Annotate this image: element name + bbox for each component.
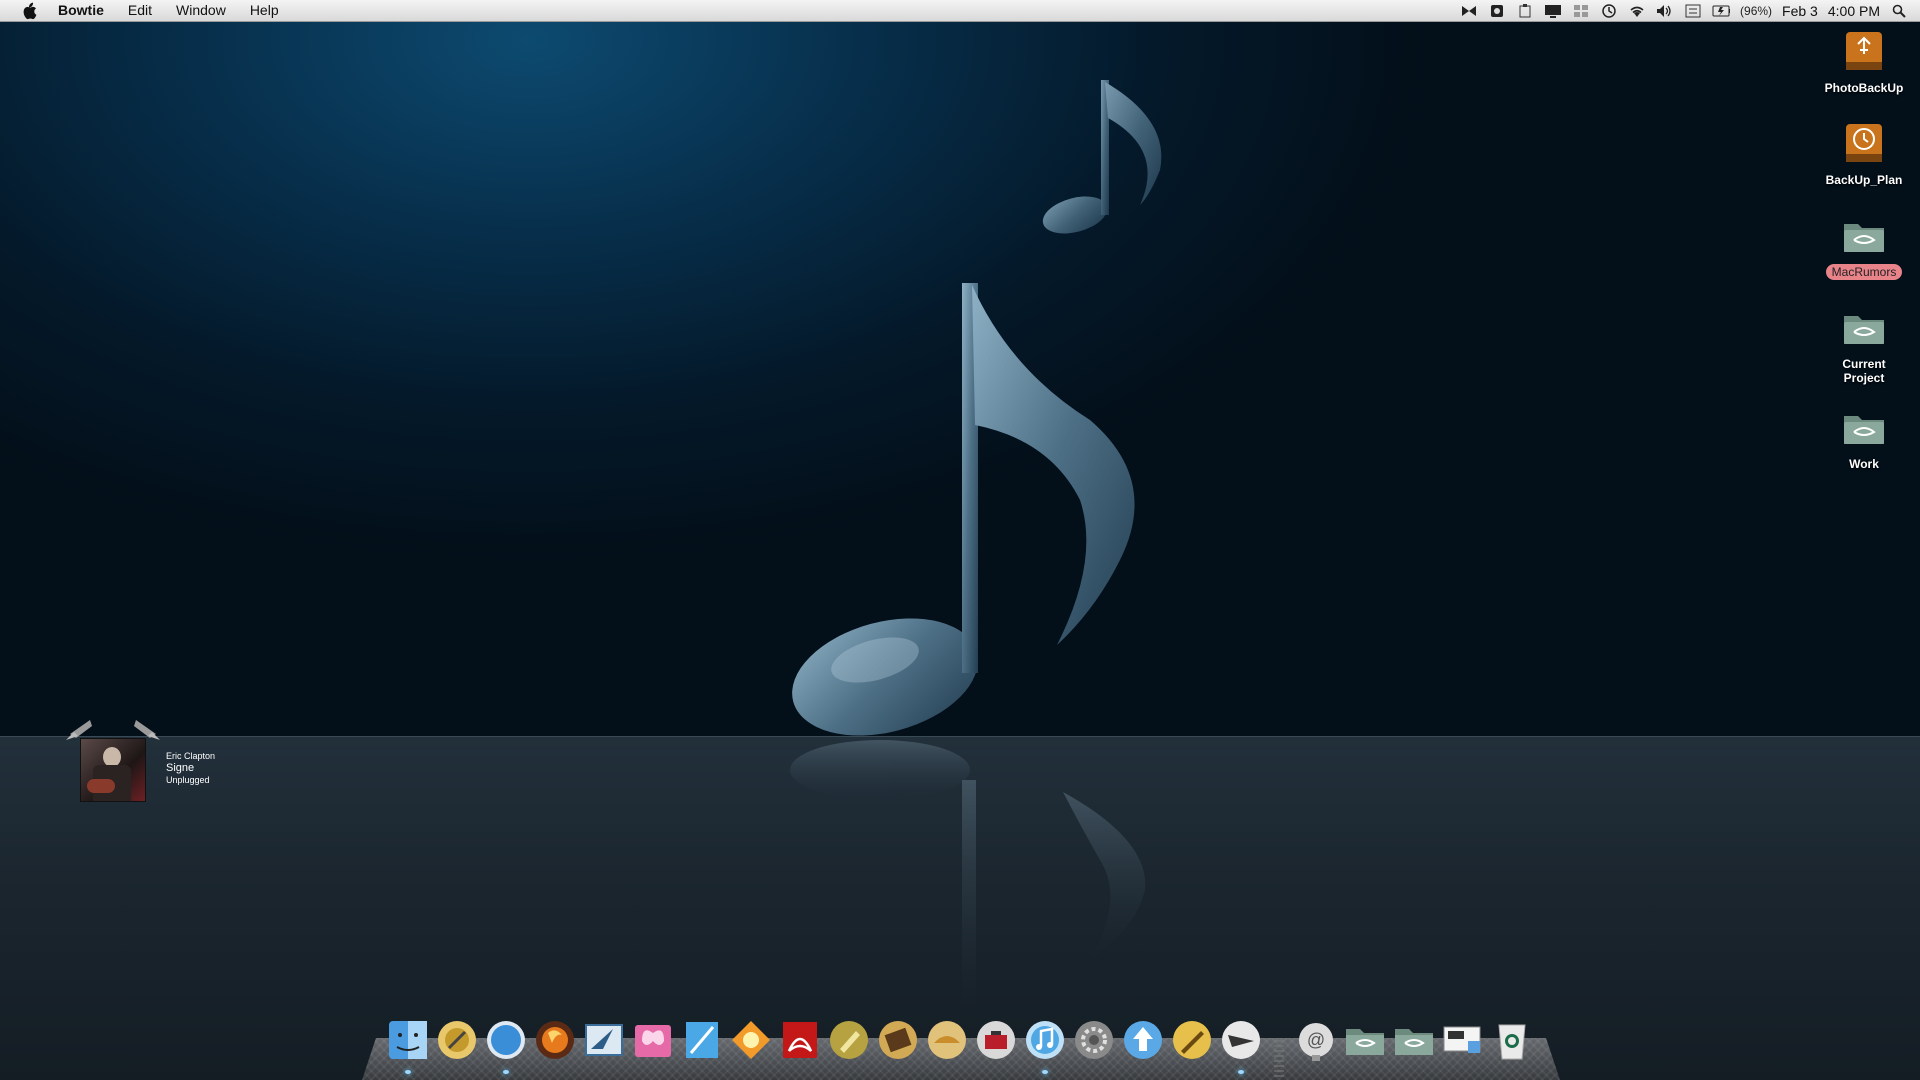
svg-text:@: @ bbox=[1307, 1030, 1325, 1050]
folder-icon bbox=[1840, 304, 1888, 352]
desktop-icon-current-project[interactable]: Current Project bbox=[1816, 304, 1912, 386]
safari-icon[interactable] bbox=[484, 1018, 528, 1074]
desktop-icon-macrumors[interactable]: MacRumors bbox=[1816, 212, 1912, 280]
spaces-icon[interactable] bbox=[1572, 4, 1590, 18]
wifi-icon[interactable] bbox=[1628, 4, 1646, 18]
music-note-reflection bbox=[790, 740, 1146, 1010]
acrobat-icon[interactable] bbox=[778, 1018, 822, 1062]
mail-icon[interactable] bbox=[582, 1018, 626, 1062]
album-art[interactable] bbox=[80, 738, 146, 802]
app-menu-bowtie[interactable]: Bowtie bbox=[54, 0, 116, 21]
menu-help[interactable]: Help bbox=[238, 0, 291, 21]
upload-icon[interactable] bbox=[1121, 1018, 1165, 1062]
desktop-icon-label: Work bbox=[1849, 457, 1879, 471]
time-machine-icon[interactable] bbox=[1600, 3, 1618, 18]
finder-icon[interactable] bbox=[386, 1018, 430, 1074]
butterfly-app-icon[interactable] bbox=[631, 1018, 675, 1062]
menu-window[interactable]: Window bbox=[164, 0, 238, 21]
scissors-icon[interactable] bbox=[1219, 1018, 1263, 1074]
pages-icon[interactable] bbox=[680, 1018, 724, 1062]
menubar-date[interactable]: Feb 3 bbox=[1782, 3, 1818, 19]
desktop-icon-backup-plan[interactable]: BackUp_Plan bbox=[1816, 120, 1912, 188]
downloads-folder-icon[interactable] bbox=[1343, 1018, 1387, 1062]
small-music-note bbox=[1042, 80, 1162, 234]
system-preferences-icon[interactable] bbox=[1072, 1018, 1116, 1062]
large-music-note bbox=[792, 283, 1135, 736]
menu-bar: Bowtie Edit Window Help (96%) Feb 3 4:00… bbox=[0, 0, 1920, 22]
music-note-wallpaper-art bbox=[790, 80, 1162, 1010]
desktop-icon-label: PhotoBackUp bbox=[1824, 81, 1904, 95]
address-icon[interactable]: @ bbox=[1294, 1018, 1338, 1062]
battery-icon[interactable] bbox=[1712, 4, 1731, 18]
album-name: Unplugged bbox=[166, 775, 210, 785]
desktop-icon-work[interactable]: Work bbox=[1816, 404, 1912, 472]
apple-menu-icon[interactable] bbox=[18, 2, 40, 19]
clipboard-icon[interactable] bbox=[1516, 3, 1534, 18]
toolbox-icon[interactable] bbox=[974, 1018, 1018, 1062]
desktop-icon-photobackup[interactable]: PhotoBackUp bbox=[1816, 28, 1912, 96]
display-icon[interactable] bbox=[1544, 4, 1562, 18]
usb-drive-icon bbox=[1840, 28, 1888, 76]
folder-icon bbox=[1840, 212, 1888, 260]
app-status-icon[interactable] bbox=[1488, 4, 1506, 18]
book-icon[interactable] bbox=[876, 1018, 920, 1062]
bowtie-now-playing-widget: Eric Clapton Signe Unplugged bbox=[64, 718, 244, 808]
menu-edit[interactable]: Edit bbox=[116, 0, 164, 21]
volume-icon[interactable] bbox=[1656, 4, 1674, 18]
pen-icon[interactable] bbox=[1170, 1018, 1214, 1062]
desktop-icon-label: MacRumors bbox=[1825, 264, 1903, 280]
applications-folder-icon[interactable] bbox=[1392, 1018, 1436, 1062]
photos-icon[interactable] bbox=[729, 1018, 773, 1062]
firefox-icon[interactable] bbox=[533, 1018, 577, 1062]
folder-icon bbox=[1840, 404, 1888, 452]
trash-icon[interactable] bbox=[1490, 1018, 1534, 1062]
input-menu-icon[interactable] bbox=[1684, 4, 1702, 18]
dock: @ bbox=[362, 1006, 1560, 1080]
app-store-icon[interactable] bbox=[435, 1018, 479, 1062]
screen-icon[interactable] bbox=[1441, 1018, 1485, 1062]
itunes-icon[interactable] bbox=[1023, 1018, 1067, 1074]
menubar-time[interactable]: 4:00 PM bbox=[1828, 3, 1880, 19]
artist-name: Eric Clapton bbox=[166, 751, 216, 761]
track-info: Eric Clapton Signe Unplugged bbox=[166, 750, 215, 786]
bowtie-status-icon[interactable] bbox=[1460, 4, 1478, 18]
battery-percent[interactable]: (96%) bbox=[1740, 4, 1772, 18]
desktop-icon-label: Current Project bbox=[1842, 357, 1886, 385]
time-machine-drive-icon bbox=[1840, 120, 1888, 168]
dock-separator bbox=[1274, 1040, 1284, 1080]
song-title: Signe bbox=[166, 762, 195, 774]
script-icon[interactable] bbox=[827, 1018, 871, 1062]
desktop-icon-label: BackUp_Plan bbox=[1825, 173, 1903, 187]
spotlight-search-icon[interactable] bbox=[1890, 4, 1908, 18]
notes-icon[interactable] bbox=[925, 1018, 969, 1062]
